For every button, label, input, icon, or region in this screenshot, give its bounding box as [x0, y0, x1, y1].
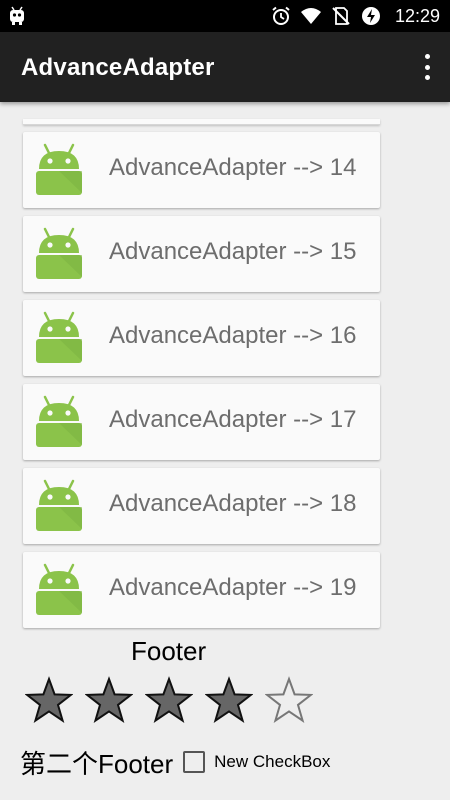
- no-sim-icon: [332, 7, 350, 25]
- list-item-label: AdvanceAdapter --> 19: [109, 574, 357, 601]
- status-time: 12:29: [394, 5, 440, 26]
- android-robot-icon: [36, 395, 82, 447]
- second-footer-label: 第二个Footer: [20, 748, 174, 779]
- star-5[interactable]: [265, 676, 313, 724]
- checkbox-label[interactable]: New CheckBox: [214, 752, 330, 772]
- android-robot-icon: [36, 479, 82, 531]
- star-1[interactable]: [25, 676, 73, 724]
- app-bar: AdvanceAdapter: [0, 32, 450, 102]
- list-item-label: AdvanceAdapter --> 14: [109, 154, 357, 181]
- footer-label: Footer: [131, 636, 207, 666]
- new-checkbox[interactable]: [183, 751, 206, 773]
- adapter-list[interactable]: AdvanceAdapter --> 14 AdvanceAdapter -->…: [0, 102, 450, 632]
- android-robot-icon: [36, 143, 82, 195]
- list-item-label: AdvanceAdapter --> 17: [109, 406, 357, 433]
- list-item[interactable]: AdvanceAdapter --> 18: [23, 468, 380, 544]
- star-3[interactable]: [145, 676, 193, 724]
- list-item-label: AdvanceAdapter --> 15: [109, 238, 357, 265]
- status-bar: 12:29: [0, 0, 450, 32]
- list-item[interactable]: AdvanceAdapter --> 16: [23, 300, 380, 376]
- app-title: AdvanceAdapter: [21, 54, 215, 81]
- android-robot-icon: [36, 227, 82, 279]
- android-robot-icon: [36, 563, 82, 615]
- star-2[interactable]: [85, 676, 133, 724]
- list-item[interactable]: AdvanceAdapter --> 17: [23, 384, 380, 460]
- list-item[interactable]: AdvanceAdapter --> 14: [23, 132, 380, 208]
- star-4[interactable]: [205, 676, 253, 724]
- android-debug-icon: [10, 6, 24, 25]
- list-item[interactable]: AdvanceAdapter --> 15: [23, 216, 380, 292]
- alarm-icon: [272, 6, 290, 25]
- list-item-partial[interactable]: [23, 119, 380, 125]
- overflow-menu-icon[interactable]: [420, 54, 434, 80]
- second-footer: 第二个Footer New CheckBox: [20, 742, 330, 782]
- list-item-label: AdvanceAdapter --> 16: [109, 322, 357, 349]
- list-item-label: AdvanceAdapter --> 18: [109, 490, 357, 517]
- list-item[interactable]: AdvanceAdapter --> 19: [23, 552, 380, 628]
- wifi-icon: [300, 8, 321, 24]
- rating-bar[interactable]: [25, 676, 313, 724]
- android-robot-icon: [36, 311, 82, 363]
- battery-charging-icon: [361, 7, 380, 25]
